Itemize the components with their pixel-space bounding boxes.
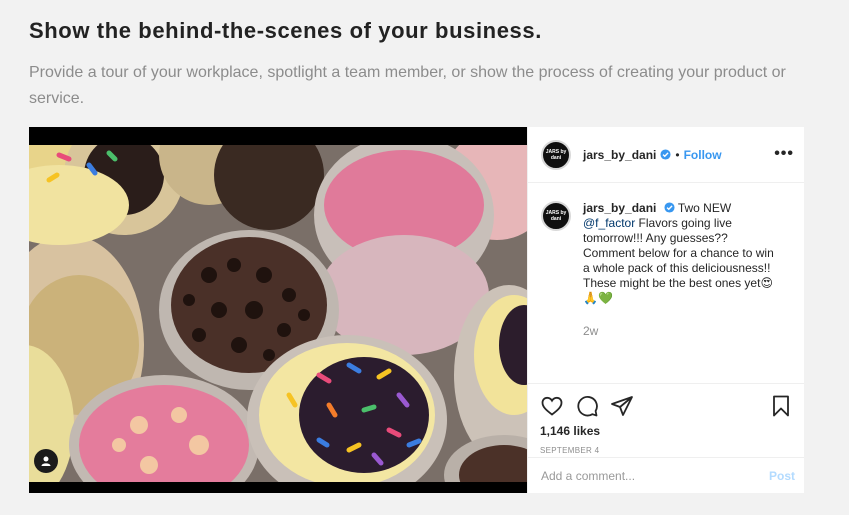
post-actions: 1,146 likes SEPTEMBER 4 — [528, 383, 804, 455]
post-date: SEPTEMBER 4 — [540, 446, 600, 455]
post-caption: jars_by_dani Two NEW @f_factor Flavors g… — [583, 201, 783, 306]
user-tag-icon — [41, 456, 51, 466]
caption-block: JARS by dani jars_by_dani Two NEW @f_fac… — [528, 183, 804, 383]
follow-button[interactable]: Follow — [684, 148, 722, 162]
post-comment-button[interactable]: Post — [769, 469, 795, 483]
share-icon[interactable] — [610, 394, 634, 418]
post-media[interactable] — [29, 127, 527, 493]
comment-input[interactable] — [541, 468, 769, 483]
likes-count[interactable]: 1,146 likes — [540, 424, 793, 438]
post-time-ago[interactable]: 2w — [583, 324, 791, 338]
caption-username[interactable]: jars_by_dani — [583, 201, 656, 215]
verified-badge-icon — [660, 149, 671, 160]
user-tag-button[interactable] — [34, 449, 58, 473]
dessert-jars-photo — [29, 145, 527, 482]
more-options-button[interactable]: ••• — [774, 146, 794, 162]
caption-lead: Two NEW — [677, 201, 732, 215]
header-username[interactable]: jars_by_dani — [583, 148, 656, 162]
avatar[interactable]: JARS by dani — [541, 139, 571, 170]
caption-avatar[interactable]: JARS by dani — [541, 201, 571, 231]
heart-icon[interactable] — [540, 394, 564, 418]
action-row — [540, 392, 793, 420]
comment-bar: Post — [528, 457, 804, 493]
page-subtext: Provide a tour of your workplace, spotli… — [29, 64, 786, 107]
bookmark-icon[interactable] — [769, 394, 793, 418]
instagram-post-embed: JARS by dani jars_by_dani • Follow ••• J… — [29, 127, 804, 493]
separator-dot: • — [675, 147, 680, 162]
caption-mention-link[interactable]: @f_factor — [583, 216, 635, 230]
post-sidebar: JARS by dani jars_by_dani • Follow ••• J… — [527, 127, 804, 493]
verified-badge-icon — [664, 202, 675, 213]
post-header: JARS by dani jars_by_dani • Follow ••• — [528, 127, 804, 183]
comment-icon[interactable] — [575, 394, 599, 418]
page-heading: Show the behind-the-scenes of your busin… — [29, 18, 542, 43]
